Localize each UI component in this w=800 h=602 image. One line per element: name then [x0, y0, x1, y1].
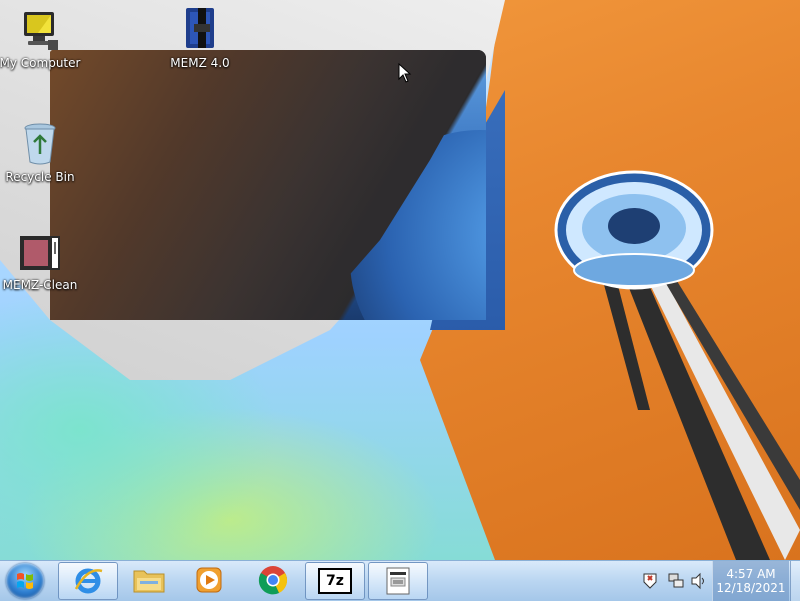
- chrome-icon: [258, 566, 288, 595]
- volume-icon[interactable]: [690, 572, 708, 590]
- taskbar-7zip[interactable]: 7z: [305, 562, 365, 600]
- file-explorer-icon: [133, 570, 165, 593]
- desktop-icon-my-computer[interactable]: My Computer: [0, 10, 86, 70]
- mouse-cursor-icon: [398, 63, 412, 83]
- 7zip-icon-text: 7z: [326, 573, 344, 589]
- recycle-bin-icon: [24, 123, 56, 165]
- desktop-icon-label: MEMZ-Clean: [2, 278, 78, 292]
- internet-explorer-icon: [74, 568, 103, 594]
- taskbar-clock[interactable]: 4:57 AM 12/18/2021: [712, 561, 789, 601]
- document-icon: [386, 567, 410, 595]
- taskbar-document[interactable]: [368, 562, 428, 600]
- desktop-icon-label: Recycle Bin: [5, 170, 75, 184]
- network-icon[interactable]: [668, 572, 684, 590]
- desktop-icon-label: My Computer: [0, 56, 81, 70]
- desktop-icon-memz-clean[interactable]: MEMZ-Clean: [0, 234, 86, 292]
- start-button[interactable]: [6, 563, 44, 599]
- 7zip-icon: 7z: [318, 568, 352, 594]
- clock-time: 4:57 AM: [726, 567, 776, 581]
- screenshot-artifact-window: [50, 50, 486, 320]
- winrar-archive-icon: [186, 8, 214, 48]
- computer-icon: [24, 12, 58, 50]
- taskbar-media-player[interactable]: [180, 562, 238, 598]
- desktop-icon-memz[interactable]: MEMZ 4.0: [154, 6, 246, 70]
- taskbar-chrome[interactable]: [244, 562, 302, 598]
- taskbar: 7z 4:57 AM 12/18/2021: [0, 560, 800, 601]
- memz-clean-icon: [20, 236, 60, 270]
- taskbar-internet-explorer[interactable]: [58, 562, 118, 600]
- taskbar-file-explorer[interactable]: [120, 562, 178, 598]
- windows-logo-icon: [17, 573, 33, 589]
- space-needle-illustration: [554, 170, 800, 560]
- desktop-icon-label: MEMZ 4.0: [170, 56, 230, 70]
- show-desktop-button[interactable]: [790, 561, 800, 601]
- clock-date: 12/18/2021: [716, 581, 786, 595]
- desktop-icon-recycle-bin[interactable]: Recycle Bin: [0, 120, 86, 184]
- media-player-icon: [196, 567, 222, 593]
- action-center-icon[interactable]: [642, 572, 658, 590]
